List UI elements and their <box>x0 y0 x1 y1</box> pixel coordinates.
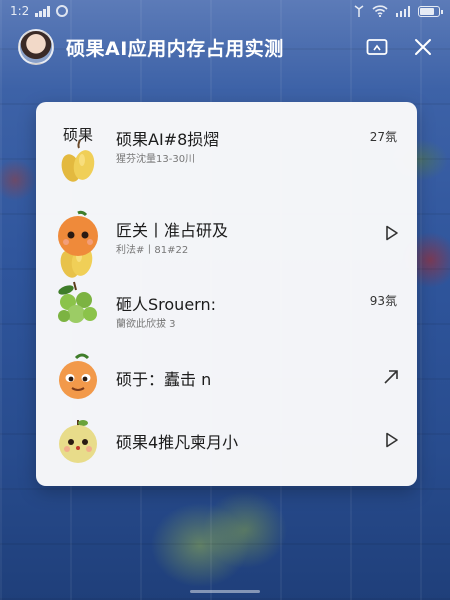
play-icon <box>386 225 398 241</box>
item-name: 砸人Srouern: <box>116 295 216 314</box>
status-left: 1:2 <box>10 4 68 18</box>
cast-icon <box>366 39 388 55</box>
home-indicator[interactable] <box>190 590 260 593</box>
avatar[interactable] <box>18 29 54 65</box>
item-name: 硕于：蠹击 n <box>116 370 212 389</box>
battery-icon <box>418 5 443 17</box>
green-fruit-icon <box>58 281 97 323</box>
item-name: 硕果4推凡柬月小 <box>116 433 239 452</box>
status-right <box>354 5 443 17</box>
play-icon <box>386 432 398 448</box>
item-subtitle: 蘭欲此欣拔 3 <box>116 319 176 330</box>
item-name: 匠关丨准占研及 <box>116 221 229 240</box>
close-button[interactable] <box>414 38 432 56</box>
peach-face-icon <box>59 353 97 399</box>
list-item-memory-3[interactable]: 砸人Srouern: 蘭欲此欣拔 3 93氛 <box>36 268 417 344</box>
play-button[interactable] <box>385 432 399 448</box>
open-button[interactable] <box>383 369 399 385</box>
status-time: 1:2 <box>10 4 30 18</box>
signal-icon <box>35 5 50 17</box>
location-icon <box>55 5 68 17</box>
page-title: 硕果AI应用内存占用实测 <box>66 37 284 60</box>
pear-face-icon <box>59 420 97 463</box>
memory-list-card: 硕果 硕果AI#8损熠 猩芬沈量13-30川 27氛 匠关丨准占研及 利法#丨8… <box>36 102 417 486</box>
pear-icon <box>61 139 95 182</box>
item-name: 硕果AI#8损熠 <box>116 130 220 149</box>
status-bar: 1:2 <box>0 0 450 22</box>
signal-strength-icon <box>395 5 410 17</box>
close-icon <box>415 39 431 55</box>
orange-face-icon <box>58 210 98 256</box>
wifi-icon <box>371 5 388 17</box>
list-item-memory-5[interactable]: 硕果4推凡柬月小 <box>36 402 417 478</box>
item-meta: 27氛 <box>369 130 397 144</box>
antenna-icon <box>354 5 363 17</box>
item-meta: 93氛 <box>369 294 397 308</box>
app-header: 硕果AI应用内存占用实测 <box>0 22 450 72</box>
item-subtitle: 利法#丨81#22 <box>116 245 189 256</box>
cast-button[interactable] <box>366 38 388 56</box>
list-item-memory-2[interactable]: 匠关丨准占研及 利法#丨81#22 <box>36 195 417 271</box>
item-subtitle: 猩芬沈量13-30川 <box>116 154 196 165</box>
arrow-icon <box>384 370 398 384</box>
play-button[interactable] <box>385 225 399 241</box>
header-actions <box>366 38 432 56</box>
